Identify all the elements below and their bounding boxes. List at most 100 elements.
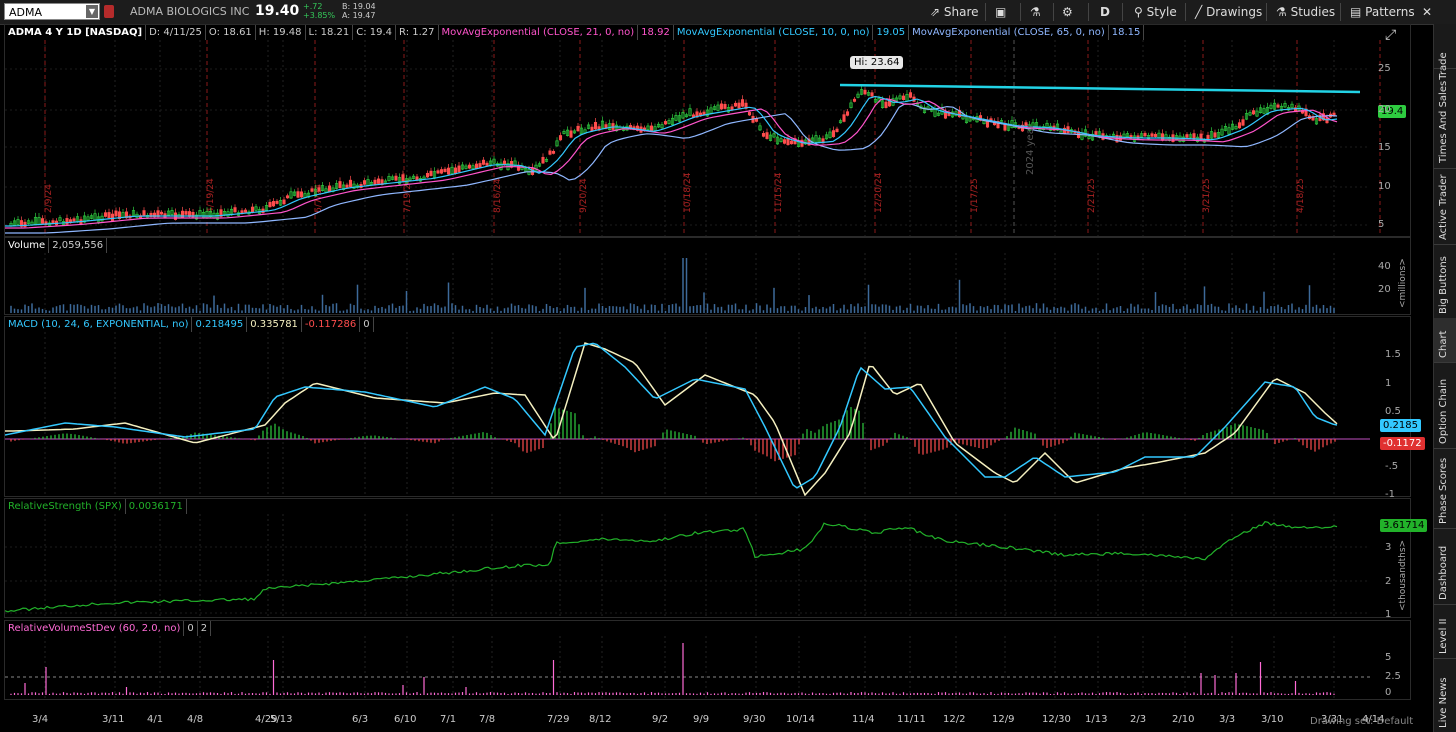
divider xyxy=(1053,3,1054,21)
macd-chart[interactable] xyxy=(5,317,1410,496)
relative-volume-pane[interactable]: RelativeVolumeStDev (60, 2.0, no) 0 2 5 … xyxy=(4,620,1411,700)
candle-body xyxy=(437,171,439,173)
candle-body xyxy=(1214,133,1216,137)
candle-body xyxy=(73,219,75,221)
rv-title[interactable]: RelativeVolumeStDev (60, 2.0, no) xyxy=(5,621,184,636)
relative-volume-chart[interactable] xyxy=(5,621,1410,699)
relative-strength-pane[interactable]: RelativeStrength (SPX) 0.0036171 3 2 1 3… xyxy=(4,498,1411,618)
flask-icon[interactable]: ⚗ xyxy=(1030,4,1041,20)
macd-pane-header: MACD (10, 24, 6, EXPONENTIAL, no) 0.2184… xyxy=(5,317,374,332)
bid-price: B: 19.04 xyxy=(342,2,376,11)
gear-icon[interactable]: ⚙ xyxy=(1062,4,1073,20)
candle-body xyxy=(447,168,449,174)
candle-body xyxy=(486,163,488,165)
candle-body xyxy=(160,212,162,214)
autoscale-icon[interactable]: ⤢ xyxy=(1385,27,1396,43)
candle-body xyxy=(864,90,866,94)
ema65-label[interactable]: MovAvgExponential (CLOSE, 65, 0, no) xyxy=(909,25,1109,40)
macd-y-tick: 1 xyxy=(1385,378,1391,389)
ema21-label[interactable]: MovAvgExponential (CLOSE, 21, 0, no) xyxy=(439,25,639,40)
candle-body xyxy=(1252,111,1254,114)
x-axis-date: 3/10 xyxy=(1261,714,1283,725)
tab-label: Phase Scores xyxy=(1438,458,1449,524)
x-axis-date: 7/1 xyxy=(440,714,456,725)
rv-value-2: 2 xyxy=(198,621,211,636)
period-button[interactable]: D xyxy=(1100,4,1110,20)
studies-button[interactable]: ⚗ Studies xyxy=(1276,4,1335,20)
candle-body xyxy=(559,136,561,140)
drawings-label: Drawings xyxy=(1206,5,1262,19)
macd-pane[interactable]: MACD (10, 24, 6, EXPONENTIAL, no) 0.2184… xyxy=(4,316,1411,497)
drawing-set-label[interactable]: Drawing set: Default xyxy=(1310,716,1413,727)
candle-body xyxy=(111,214,113,221)
rs-title[interactable]: RelativeStrength (SPX) xyxy=(5,499,126,514)
macd-zero-value: 0 xyxy=(360,317,373,332)
tab-label: Level II xyxy=(1438,619,1449,654)
y-tick-15: 15 xyxy=(1378,142,1391,153)
candle-body xyxy=(363,181,365,185)
y-tick-5: 5 xyxy=(1378,219,1384,230)
price-pane[interactable]: 2/9/24 4/19/24 6/7/24 7/19/24 8/16/24 9/20/24… xyxy=(4,24,1411,237)
snapshot-icon[interactable]: ▣ xyxy=(995,4,1006,20)
x-axis-date: 4/1 xyxy=(147,714,163,725)
flag-icon[interactable] xyxy=(104,5,114,18)
trendline xyxy=(840,85,1360,92)
ema21-value: 18.92 xyxy=(638,25,674,40)
ema10-line xyxy=(5,97,1337,227)
last-price: 19.40 xyxy=(255,3,299,19)
tab-label: Dashboard xyxy=(1438,546,1449,600)
x-axis-date: 10/14 xyxy=(786,714,815,725)
volume-pane[interactable]: Volume 2,059,556 40 20 <millions> xyxy=(4,237,1411,315)
flask-icon: ⚗ xyxy=(1276,5,1287,19)
rs-y-tick: 1 xyxy=(1385,609,1391,620)
x-axis-date: 12/30 xyxy=(1042,714,1071,725)
x-axis-date: 12/9 xyxy=(992,714,1014,725)
candle-body xyxy=(374,180,376,184)
symbol-dropdown-icon[interactable]: ▼ xyxy=(86,5,98,18)
candle-body xyxy=(871,93,873,96)
tab-label: Times And Sales xyxy=(1438,81,1449,163)
price-change: +.72 +3.85% xyxy=(303,2,335,20)
share-button[interactable]: ⇗ Share xyxy=(930,4,979,20)
candle-body xyxy=(115,211,117,216)
style-button[interactable]: ⚲ Style xyxy=(1134,4,1177,20)
macd-title[interactable]: MACD (10, 24, 6, EXPONENTIAL, no) xyxy=(5,317,192,332)
candle-body xyxy=(269,202,271,206)
candle-body xyxy=(458,166,460,172)
volume-unit-label: <millions> xyxy=(1398,258,1408,308)
y-tick-20: 20 xyxy=(1378,104,1391,115)
candle-body xyxy=(832,131,834,137)
macd-y-tick: 0.5 xyxy=(1385,406,1401,417)
share-icon: ⇗ xyxy=(930,5,940,19)
relative-strength-chart[interactable] xyxy=(5,499,1410,617)
macd-signal-value: 0.335781 xyxy=(247,317,302,332)
patterns-button[interactable]: ▤ Patterns xyxy=(1350,4,1415,20)
earnings-date-label: 9/20/24 xyxy=(579,178,589,213)
earnings-date-label: 2/9/24 xyxy=(44,184,54,213)
candle-body xyxy=(283,200,285,204)
x-axis-date: 6/3 xyxy=(352,714,368,725)
drawings-button[interactable]: ╱ Drawings xyxy=(1195,4,1262,20)
tab-times-and-sales[interactable]: Times And Sales xyxy=(1434,68,1456,169)
candle-body xyxy=(272,201,274,206)
tab-level-ii[interactable]: Level II xyxy=(1434,604,1456,659)
tab-option-chain[interactable]: Option Chain xyxy=(1434,362,1456,449)
candle-body xyxy=(426,173,428,177)
tab-live-news[interactable]: Live News xyxy=(1434,658,1456,732)
macd-y-tick: 1.5 xyxy=(1385,349,1401,360)
rv-y-tick: 0 xyxy=(1385,687,1391,698)
price-chart[interactable]: 2/9/24 4/19/24 6/7/24 7/19/24 8/16/24 9/20/24… xyxy=(5,25,1410,236)
tab-big-buttons[interactable]: Big Buttons xyxy=(1434,244,1456,319)
volume-chart[interactable] xyxy=(5,238,1410,314)
tab-chart[interactable]: Chart xyxy=(1434,318,1456,363)
x-axis-date: 2/10 xyxy=(1172,714,1194,725)
ema10-label[interactable]: MovAvgExponential (CLOSE, 10, 0, no) xyxy=(674,25,874,40)
volume-y-tick-20: 20 xyxy=(1378,284,1391,295)
tab-phase-scores[interactable]: Phase Scores xyxy=(1434,448,1456,529)
tab-active-trader[interactable]: Active Trader xyxy=(1434,168,1456,245)
close-icon[interactable]: ✕ xyxy=(1422,4,1432,20)
x-axis-date: 7/8 xyxy=(479,714,495,725)
tab-dashboard[interactable]: Dashboard xyxy=(1434,528,1456,605)
tab-trade[interactable]: Trade xyxy=(1434,24,1456,69)
rs-tag: 3.61714 xyxy=(1380,519,1427,532)
